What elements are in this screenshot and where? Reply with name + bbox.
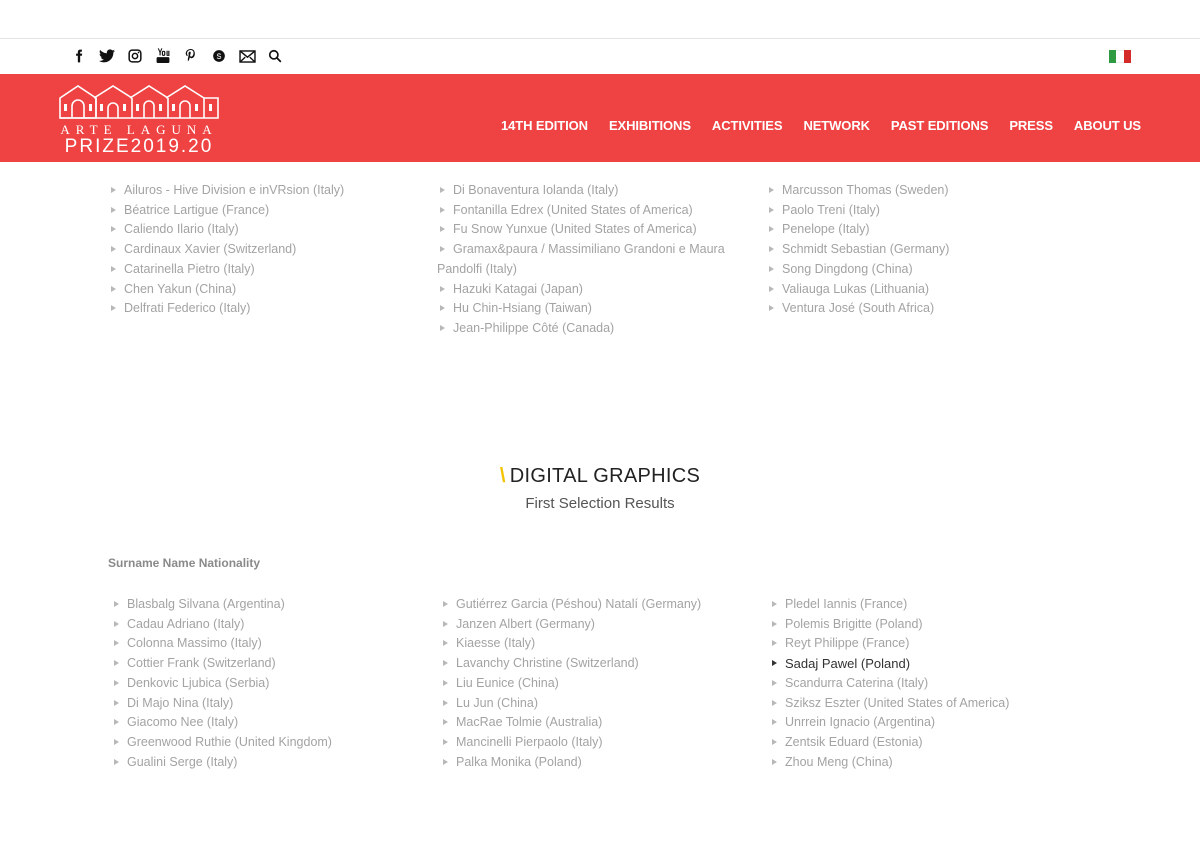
list-item: Scandurra Caterina (Italy) <box>769 674 1069 694</box>
list-item: Béatrice Lartigue (France) <box>108 201 408 221</box>
lower-list-col3: Pledel Iannis (France) Polemis Brigitte … <box>769 595 1069 772</box>
list-item: Ailuros - Hive Division e inVRsion (Ital… <box>108 181 408 201</box>
list-item: Fontanilla Edrex (United States of Ameri… <box>437 201 735 221</box>
top-bar <box>0 38 1200 74</box>
list-item: Song Dingdong (China) <box>766 260 1066 280</box>
list-item: Polemis Brigitte (Poland) <box>769 615 1069 635</box>
list-item: Sziksz Eszter (United States of America) <box>769 694 1069 714</box>
list-item: Zhou Meng (China) <box>769 753 1069 773</box>
list-item: Reyt Philippe (France) <box>769 634 1069 654</box>
list-item: Paolo Treni (Italy) <box>766 201 1066 221</box>
section-subtitle: First Selection Results <box>525 495 675 512</box>
nav-exhibitions[interactable]: EXHIBITIONS <box>609 118 691 133</box>
flag-green <box>1109 50 1117 63</box>
logo-subtitle: PRIZE2019.20 <box>64 136 214 157</box>
list-item: Colonna Massimo (Italy) <box>111 634 411 654</box>
list-item: Gramax&paura / Massimiliano Grandoni e M… <box>437 240 735 279</box>
list-item: Gualini Serge (Italy) <box>111 753 411 773</box>
list-item: Di Bonaventura Iolanda (Italy) <box>437 181 735 201</box>
site-header: ARTE LAGUNA PRIZE2019.20 14TH EDITION EX… <box>0 74 1200 162</box>
section-title-text: DIGITAL GRAPHICS <box>509 465 701 487</box>
list-item: Mancinelli Pierpaolo (Italy) <box>440 733 740 753</box>
lower-list-col2: Gutiérrez Garcia (Péshou) Natalí (German… <box>440 595 740 772</box>
nav-about-us[interactable]: ABOUT US <box>1074 118 1141 133</box>
flag-red <box>1123 50 1131 63</box>
list-item: Blasbalg Silvana (Argentina) <box>111 595 411 615</box>
pinterest-icon[interactable] <box>182 47 200 65</box>
list-item: Unrrein Ignacio (Argentina) <box>769 713 1069 733</box>
section-title: \ DIGITAL GRAPHICS <box>0 465 1200 488</box>
upper-list-col1: Ailuros - Hive Division e inVRsion (Ital… <box>108 181 408 319</box>
main-nav: 14TH EDITION EXHIBITIONS ACTIVITIES NETW… <box>501 118 1141 133</box>
list-item: Greenwood Ruthie (United Kingdom) <box>111 733 411 753</box>
list-item: Di Majo Nina (Italy) <box>111 694 411 714</box>
list-item: Palka Monika (Poland) <box>440 753 740 773</box>
list-item: Cardinaux Xavier (Switzerland) <box>108 240 408 260</box>
nav-press[interactable]: PRESS <box>1009 118 1053 133</box>
list-item: Kiaesse (Italy) <box>440 634 740 654</box>
list-item: Delfrati Federico (Italy) <box>108 299 408 319</box>
list-item: Ventura José (South Africa) <box>766 299 1066 319</box>
flag-white <box>1116 50 1124 63</box>
list-item: MacRae Tolmie (Australia) <box>440 713 740 733</box>
list-item: Caliendo Ilario (Italy) <box>108 220 408 240</box>
list-item-highlighted[interactable]: Sadaj Pawel (Poland) <box>769 654 1069 674</box>
site-logo[interactable]: ARTE LAGUNA PRIZE2019.20 <box>58 82 220 157</box>
list-item: Zentsik Eduard (Estonia) <box>769 733 1069 753</box>
list-item: Giacomo Nee (Italy) <box>111 713 411 733</box>
logo-buildings-icon <box>59 85 219 119</box>
list-item: Hu Chin-Hsiang (Taiwan) <box>437 299 735 319</box>
list-item: Hazuki Katagai (Japan) <box>437 280 735 300</box>
list-item: Cadau Adriano (Italy) <box>111 615 411 635</box>
nav-network[interactable]: NETWORK <box>803 118 870 133</box>
nav-activities[interactable]: ACTIVITIES <box>712 118 783 133</box>
upper-list-col2: Di Bonaventura Iolanda (Italy) Fontanill… <box>437 181 735 339</box>
nav-14th-edition[interactable]: 14TH EDITION <box>501 118 588 133</box>
nav-past-editions[interactable]: PAST EDITIONS <box>891 118 989 133</box>
list-item: Fu Snow Yunxue (United States of America… <box>437 220 735 240</box>
list-item: Cottier Frank (Switzerland) <box>111 654 411 674</box>
column-legend: Surname Name Nationality <box>108 556 261 570</box>
list-item: Valiauga Lukas (Lithuania) <box>766 280 1066 300</box>
mail-icon[interactable] <box>238 47 256 65</box>
list-item: Liu Eunice (China) <box>440 674 740 694</box>
list-item: Pledel Iannis (France) <box>769 595 1069 615</box>
list-item: Janzen Albert (Germany) <box>440 615 740 635</box>
list-item: Lavanchy Christine (Switzerland) <box>440 654 740 674</box>
list-item: Jean-Philippe Côté (Canada) <box>437 319 735 339</box>
list-item: Lu Jun (China) <box>440 694 740 714</box>
title-accent: \ <box>499 465 506 487</box>
lower-list-col1: Blasbalg Silvana (Argentina) Cadau Adria… <box>111 595 411 772</box>
youtube-icon[interactable] <box>154 47 172 65</box>
instagram-icon[interactable] <box>126 47 144 65</box>
search-icon[interactable] <box>266 47 284 65</box>
list-item: Chen Yakun (China) <box>108 280 408 300</box>
list-item: Penelope (Italy) <box>766 220 1066 240</box>
twitter-icon[interactable] <box>98 47 116 65</box>
upper-list-col3: Marcusson Thomas (Sweden) Paolo Treni (I… <box>766 181 1066 319</box>
social-links <box>70 47 284 65</box>
list-item: Gutiérrez Garcia (Péshou) Natalí (German… <box>440 595 740 615</box>
facebook-icon[interactable] <box>70 47 88 65</box>
list-item: Schmidt Sebastian (Germany) <box>766 240 1066 260</box>
list-item: Denkovic Ljubica (Serbia) <box>111 674 411 694</box>
italian-flag-icon[interactable] <box>1109 50 1131 63</box>
skype-icon[interactable] <box>210 47 228 65</box>
list-item: Marcusson Thomas (Sweden) <box>766 181 1066 201</box>
list-item: Catarinella Pietro (Italy) <box>108 260 408 280</box>
